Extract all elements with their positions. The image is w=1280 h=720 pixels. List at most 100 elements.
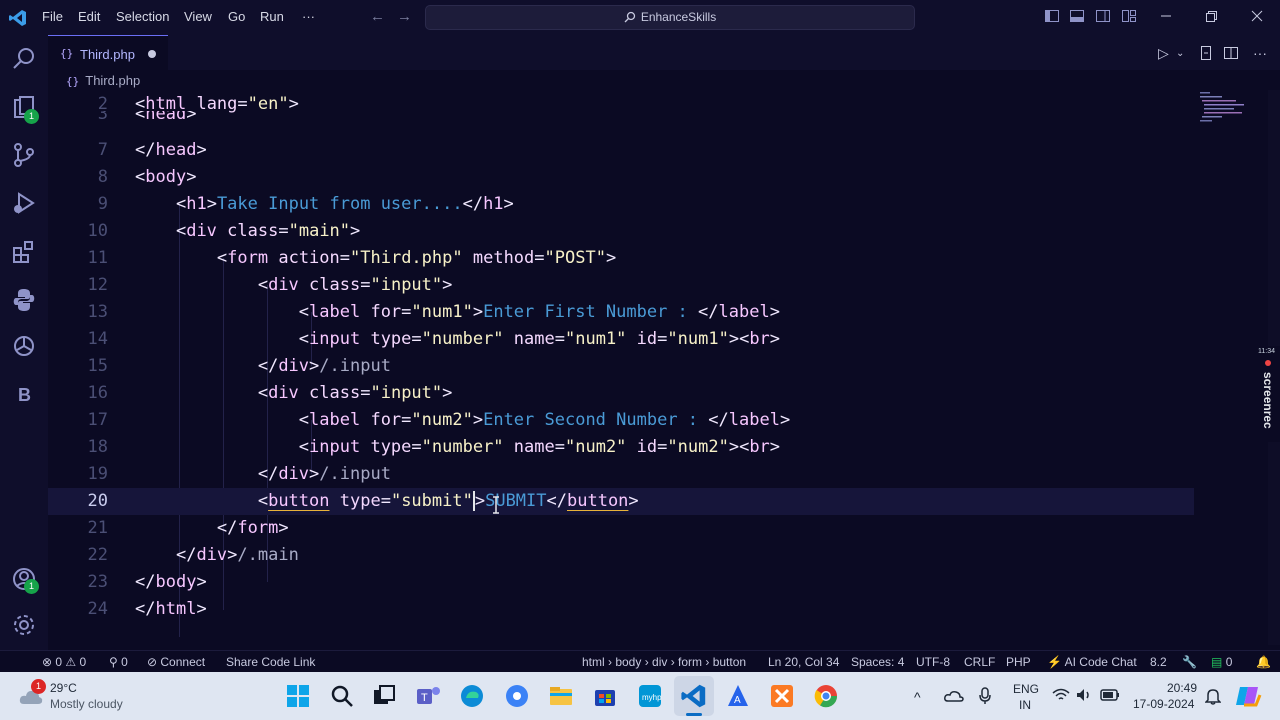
code-line[interactable]: 10 <div class="main"> bbox=[48, 218, 1194, 245]
clock-date[interactable]: 17-09-2024 bbox=[1133, 697, 1194, 711]
code-line[interactable]: 18 <input type="number" name="num2" id="… bbox=[48, 434, 1194, 461]
run-debug-icon[interactable] bbox=[11, 190, 37, 216]
code-line[interactable]: 7 </head> bbox=[48, 137, 1194, 164]
unsaved-dot-icon[interactable] bbox=[148, 50, 156, 58]
line-code[interactable]: </div>/.input bbox=[135, 353, 391, 380]
menu-selection[interactable]: Selection bbox=[116, 9, 169, 24]
line-code[interactable]: </div>/.input bbox=[135, 461, 391, 488]
split-editor-icon[interactable] bbox=[1223, 45, 1239, 61]
indentation[interactable]: Spaces: 4 bbox=[851, 655, 904, 669]
code-line[interactable]: 9 <h1>Take Input from user....</h1> bbox=[48, 191, 1194, 218]
notification-bell-icon[interactable] bbox=[1205, 687, 1221, 705]
line-code[interactable]: <div class="input"> bbox=[135, 380, 453, 407]
chrome-beta-icon[interactable] bbox=[503, 682, 531, 710]
windows-start-icon[interactable] bbox=[284, 682, 312, 710]
ai-code-chat[interactable]: ⚡ AI Code Chat bbox=[1047, 655, 1137, 669]
wifi-icon[interactable] bbox=[1052, 688, 1070, 702]
line-code[interactable]: <div class="input"> bbox=[135, 272, 453, 299]
weather-desc[interactable]: Mostly cloudy bbox=[50, 697, 123, 711]
settings-gear-icon[interactable] bbox=[11, 612, 37, 638]
close-icon[interactable] bbox=[1249, 8, 1265, 24]
line-code[interactable]: </div>/.main bbox=[135, 542, 299, 569]
code-line[interactable]: 14 <input type="number" name="num1" id="… bbox=[48, 326, 1194, 353]
volume-icon[interactable] bbox=[1076, 688, 1092, 702]
more-actions-icon[interactable]: ··· bbox=[1253, 45, 1267, 61]
line-code[interactable]: </form> bbox=[135, 515, 289, 542]
language-mode[interactable]: PHP bbox=[1006, 655, 1031, 669]
forward-arrow-icon[interactable]: → bbox=[397, 8, 412, 25]
task-view-icon[interactable] bbox=[370, 682, 398, 710]
php-version[interactable]: 8.2 bbox=[1150, 655, 1167, 669]
menu-more[interactable]: ··· bbox=[302, 9, 315, 24]
vscode-taskbar-button[interactable] bbox=[674, 676, 714, 716]
menu-go[interactable]: Go bbox=[228, 9, 245, 24]
menu-view[interactable]: View bbox=[184, 9, 212, 24]
toggle-panel-icon[interactable] bbox=[1069, 8, 1085, 24]
xampp-icon[interactable] bbox=[768, 682, 796, 710]
connect-button[interactable]: ⊘ Connect bbox=[147, 655, 205, 669]
file-explorer-icon[interactable] bbox=[547, 682, 575, 710]
line-code[interactable]: </head> bbox=[135, 137, 207, 164]
language-indicator-top[interactable]: ENG bbox=[1013, 682, 1039, 696]
code-line[interactable]: 12 <div class="input"> bbox=[48, 272, 1194, 299]
code-line[interactable]: 15 </div>/.input bbox=[48, 353, 1194, 380]
menu-file[interactable]: File bbox=[42, 9, 63, 24]
breadcrumb-file[interactable]: Third.php bbox=[85, 73, 140, 88]
search-icon[interactable] bbox=[11, 46, 37, 72]
line-code[interactable]: <head> bbox=[135, 111, 196, 123]
problems-indicator[interactable]: ⊗ 0 ⚠ 0 bbox=[42, 655, 86, 669]
teams-icon[interactable]: T bbox=[414, 682, 442, 710]
extension-status[interactable]: ▤ 0 bbox=[1211, 655, 1232, 669]
weather-temp[interactable]: 29°C bbox=[50, 681, 77, 695]
extensions-icon[interactable] bbox=[11, 239, 37, 265]
tab-third-php[interactable]: {} Third.php bbox=[48, 35, 168, 71]
clock-time[interactable]: 20:49 bbox=[1167, 681, 1197, 695]
editor-breadcrumb[interactable]: {} Third.php bbox=[66, 73, 140, 88]
python-icon[interactable] bbox=[11, 287, 37, 313]
battery-icon[interactable] bbox=[1100, 689, 1120, 701]
blackbox-icon[interactable]: B bbox=[18, 385, 31, 406]
myhp-icon[interactable]: myhp bbox=[636, 682, 664, 710]
code-line[interactable]: 22 </div>/.main bbox=[48, 542, 1194, 569]
open-changes-icon[interactable] bbox=[1198, 45, 1214, 61]
line-code[interactable]: <input type="number" name="num2" id="num… bbox=[135, 434, 780, 461]
line-code[interactable]: <label for="num1">Enter First Number : <… bbox=[135, 299, 780, 326]
line-code[interactable]: </body> bbox=[135, 569, 207, 596]
menu-edit[interactable]: Edit bbox=[78, 9, 100, 24]
menu-run[interactable]: Run bbox=[260, 9, 284, 24]
customize-layout-icon[interactable] bbox=[1121, 8, 1137, 24]
toggle-primary-sidebar-icon[interactable] bbox=[1044, 8, 1060, 24]
end-of-line[interactable]: CRLF bbox=[964, 655, 995, 669]
code-editor[interactable]: 2 <html lang="en"> 3 <head> 7 </head> 8 <bod… bbox=[48, 91, 1194, 651]
toggle-secondary-sidebar-icon[interactable] bbox=[1095, 8, 1111, 24]
chrome-icon[interactable] bbox=[812, 682, 840, 710]
line-code[interactable]: <label for="num2">Enter Second Number : … bbox=[135, 407, 790, 434]
back-arrow-icon[interactable]: ← bbox=[370, 8, 385, 25]
code-line[interactable]: 19 </div>/.input bbox=[48, 461, 1194, 488]
code-line[interactable]: 16 <div class="input"> bbox=[48, 380, 1194, 407]
line-code[interactable]: <h1>Take Input from user....</h1> bbox=[135, 191, 514, 218]
code-line[interactable]: 8 <body> bbox=[48, 164, 1194, 191]
edge-icon[interactable] bbox=[458, 682, 486, 710]
language-indicator-bottom[interactable]: IN bbox=[1019, 698, 1031, 712]
command-center-search[interactable]: EnhanceSkills bbox=[425, 5, 915, 30]
restore-icon[interactable] bbox=[1203, 8, 1219, 24]
code-line[interactable]: 24 </html> bbox=[48, 596, 1194, 623]
line-code[interactable]: </html> bbox=[135, 596, 207, 623]
show-hidden-icons-chevron-icon[interactable]: ^ bbox=[914, 689, 921, 705]
run-dropdown-chevron-icon[interactable]: ⌄ bbox=[1176, 48, 1184, 59]
line-code[interactable]: <input type="number" name="num1" id="num… bbox=[135, 326, 780, 353]
onedrive-cloud-icon[interactable] bbox=[944, 688, 964, 704]
line-code[interactable]: <form action="Third.php" method="POST"> bbox=[135, 245, 616, 272]
code-line[interactable]: 17 <label for="num2">Enter Second Number… bbox=[48, 407, 1194, 434]
minimap[interactable] bbox=[1198, 90, 1258, 130]
status-breadcrumb[interactable]: html › body › div › form › button bbox=[582, 655, 746, 669]
line-code[interactable]: <div class="main"> bbox=[135, 218, 360, 245]
notifications-bell-icon[interactable]: 🔔 bbox=[1256, 655, 1271, 669]
openai-chat-icon[interactable] bbox=[11, 333, 37, 359]
code-line[interactable]: 13 <label for="num1">Enter First Number … bbox=[48, 299, 1194, 326]
taskbar-search-icon[interactable] bbox=[328, 682, 356, 710]
source-control-icon[interactable] bbox=[11, 142, 37, 168]
azure-data-studio-icon[interactable]: A bbox=[724, 682, 752, 710]
encoding[interactable]: UTF-8 bbox=[916, 655, 950, 669]
